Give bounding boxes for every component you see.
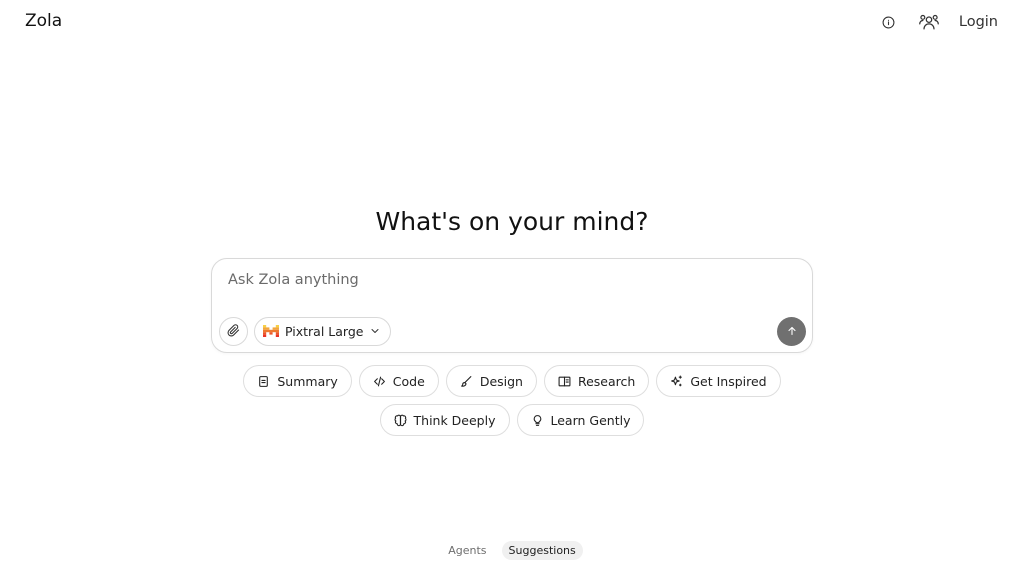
tab-agents[interactable]: Agents xyxy=(441,541,493,560)
chevron-down-icon xyxy=(369,322,381,341)
model-name: Pixtral Large xyxy=(285,324,364,339)
sparkles-icon xyxy=(670,375,683,388)
suggestions-row: Summary Code Design Research Get Inspire… xyxy=(0,365,1024,397)
chip-label: Think Deeply xyxy=(413,412,496,428)
tab-suggestions[interactable]: Suggestions xyxy=(501,541,583,560)
login-link[interactable]: Login xyxy=(959,14,998,30)
note-icon xyxy=(257,375,270,388)
learn-gently-chip[interactable]: Learn Gently xyxy=(516,404,645,436)
chip-label: Learn Gently xyxy=(550,412,631,428)
attach-button[interactable] xyxy=(219,317,248,346)
lightbulb-icon xyxy=(531,414,544,427)
brain-icon xyxy=(394,414,407,427)
page-title: What's on your mind? xyxy=(375,207,649,236)
users-icon[interactable] xyxy=(917,10,941,34)
code-chip[interactable]: Code xyxy=(358,365,439,397)
model-selector[interactable]: Pixtral Large xyxy=(254,317,392,346)
bottom-tabs: Agents Suggestions xyxy=(0,541,1024,560)
book-icon xyxy=(558,375,571,388)
summary-chip[interactable]: Summary xyxy=(243,365,352,397)
app-title[interactable]: Zola xyxy=(25,11,62,31)
prompt-input[interactable] xyxy=(228,269,788,291)
send-button[interactable] xyxy=(777,317,806,346)
chip-label: Get Inspired xyxy=(690,373,767,389)
suggestions-row: Think Deeply Learn Gently xyxy=(0,404,1024,436)
paperclip-icon xyxy=(227,322,240,341)
chip-label: Summary xyxy=(277,373,338,389)
brush-icon xyxy=(460,375,473,388)
design-chip[interactable]: Design xyxy=(445,365,537,397)
get-inspired-chip[interactable]: Get Inspired xyxy=(656,365,781,397)
research-chip[interactable]: Research xyxy=(543,365,650,397)
think-deeply-chip[interactable]: Think Deeply xyxy=(379,404,510,436)
prompt-box: Pixtral Large xyxy=(211,258,813,353)
mistral-logo-icon xyxy=(263,322,279,341)
chip-label: Design xyxy=(479,373,523,389)
chip-label: Code xyxy=(392,373,425,389)
info-icon[interactable] xyxy=(877,10,901,34)
chip-label: Research xyxy=(577,373,636,389)
arrow-up-icon xyxy=(786,322,798,341)
code-icon xyxy=(373,375,386,388)
header-actions: Login xyxy=(877,10,998,34)
